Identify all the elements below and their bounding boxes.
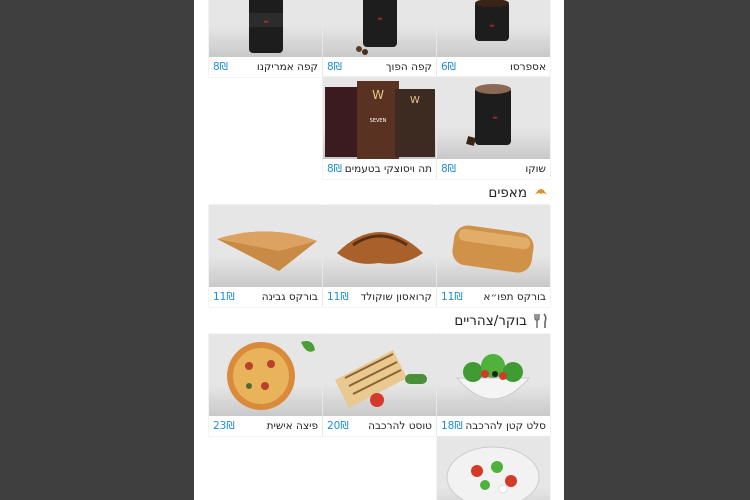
coffee-cup-image: ☕ <box>249 0 283 53</box>
coffee-cup-image: ☕ <box>356 0 397 55</box>
item-name: בורקס גבינה <box>261 291 318 303</box>
menu-item-burekas-potato[interactable]: בורקס תפו״א 11₪ <box>437 205 550 307</box>
salad-plate-image <box>446 446 540 500</box>
item-price: 8₪ <box>441 163 456 175</box>
svg-text:W: W <box>372 88 384 102</box>
espresso-cup-image: ☕ <box>475 0 509 41</box>
item-name: קרואסון שוקולד <box>360 291 432 303</box>
item-price: 8₪ <box>327 163 342 175</box>
menu-item-salad-small[interactable]: סלט קטן להרכבה 18₪ <box>437 334 550 436</box>
section-title-breakfast: בוקר/צהריים <box>454 311 549 331</box>
svg-text:☕: ☕ <box>492 113 498 121</box>
menu-item-espresso[interactable]: ☕ אספרסו 6₪ <box>437 0 550 77</box>
item-price: 11₪ <box>327 291 349 303</box>
item-price: 20₪ <box>327 420 349 432</box>
item-price: 8₪ <box>213 61 228 73</box>
menu-item-hafuch[interactable]: ☕ קפה הפוך 8₪ <box>323 0 436 77</box>
svg-text:☕: ☕ <box>489 21 495 29</box>
item-name: בורקס תפו״א <box>483 291 546 303</box>
tea-boxes-image: W SEVEN W <box>325 81 435 159</box>
burekas-cheese-photo <box>209 205 322 287</box>
svg-text:☕: ☕ <box>377 14 383 22</box>
salad-bowl-image <box>455 354 531 400</box>
item-name: תה ויסוצקי בטעמים <box>344 163 432 175</box>
burekas-image <box>217 231 317 271</box>
croissant-image <box>337 232 423 264</box>
section-title-text: בוקר/צהריים <box>454 313 527 329</box>
svg-text:☕: ☕ <box>263 17 269 25</box>
toast-image <box>335 350 427 408</box>
croissant-photo <box>323 205 436 287</box>
burekas-potato-photo <box>437 205 550 287</box>
americano-photo: ☕ <box>209 0 322 57</box>
menu-panel: ☕ קפה אמריקנו 8₪ ☕ קפה הפוך 8₪ ☕ אספרסו … <box>194 0 564 500</box>
menu-item-salad-large[interactable] <box>437 437 550 500</box>
pizza-photo <box>209 334 322 416</box>
pizza-image <box>227 341 315 410</box>
item-price: 11₪ <box>213 291 235 303</box>
salad-photo <box>437 334 550 416</box>
section-title-pastries: מאפים <box>488 183 549 203</box>
item-name: קפה אמריקנו <box>256 61 318 73</box>
salad-large-photo <box>437 437 550 500</box>
item-price: 6₪ <box>441 61 456 73</box>
choco-photo: ☕ <box>437 77 550 159</box>
item-price: 23₪ <box>213 420 235 432</box>
choco-cup-image: ☕ <box>466 84 511 146</box>
item-name: סלט קטן להרכבה <box>465 420 546 432</box>
menu-item-croissant-chocolate[interactable]: קרואסון שוקולד 11₪ <box>323 205 436 307</box>
menu-item-burekas-cheese[interactable]: בורקס גבינה 11₪ <box>209 205 322 307</box>
burekas-image <box>452 225 534 273</box>
item-name: אספרסו <box>510 61 546 73</box>
toast-photo <box>323 334 436 416</box>
fork-knife-icon <box>533 313 549 329</box>
item-price: 11₪ <box>441 291 463 303</box>
item-name: טוסט להרכבה <box>368 420 432 432</box>
item-name: שוקו <box>525 163 546 175</box>
item-price: 8₪ <box>327 61 342 73</box>
croissant-icon <box>533 185 549 201</box>
item-name: פיצה אישית <box>266 420 318 432</box>
menu-item-americano[interactable]: ☕ קפה אמריקנו 8₪ <box>209 0 322 77</box>
svg-text:W: W <box>410 95 420 106</box>
hafuch-photo: ☕ <box>323 0 436 57</box>
section-title-text: מאפים <box>488 185 527 201</box>
menu-item-choco[interactable]: ☕ שוקו 8₪ <box>437 77 550 179</box>
tea-photo: W SEVEN W <box>323 77 436 159</box>
espresso-photo: ☕ <box>437 0 550 57</box>
menu-item-pizza[interactable]: פיצה אישית 23₪ <box>209 334 322 436</box>
item-price: 18₪ <box>441 420 463 432</box>
menu-item-tea[interactable]: W SEVEN W תה ויסוצקי בטעמים 8₪ <box>323 77 436 179</box>
item-name: קפה הפוך <box>385 61 432 73</box>
svg-text:SEVEN: SEVEN <box>370 118 387 124</box>
menu-item-toast[interactable]: טוסט להרכבה 20₪ <box>323 334 436 436</box>
